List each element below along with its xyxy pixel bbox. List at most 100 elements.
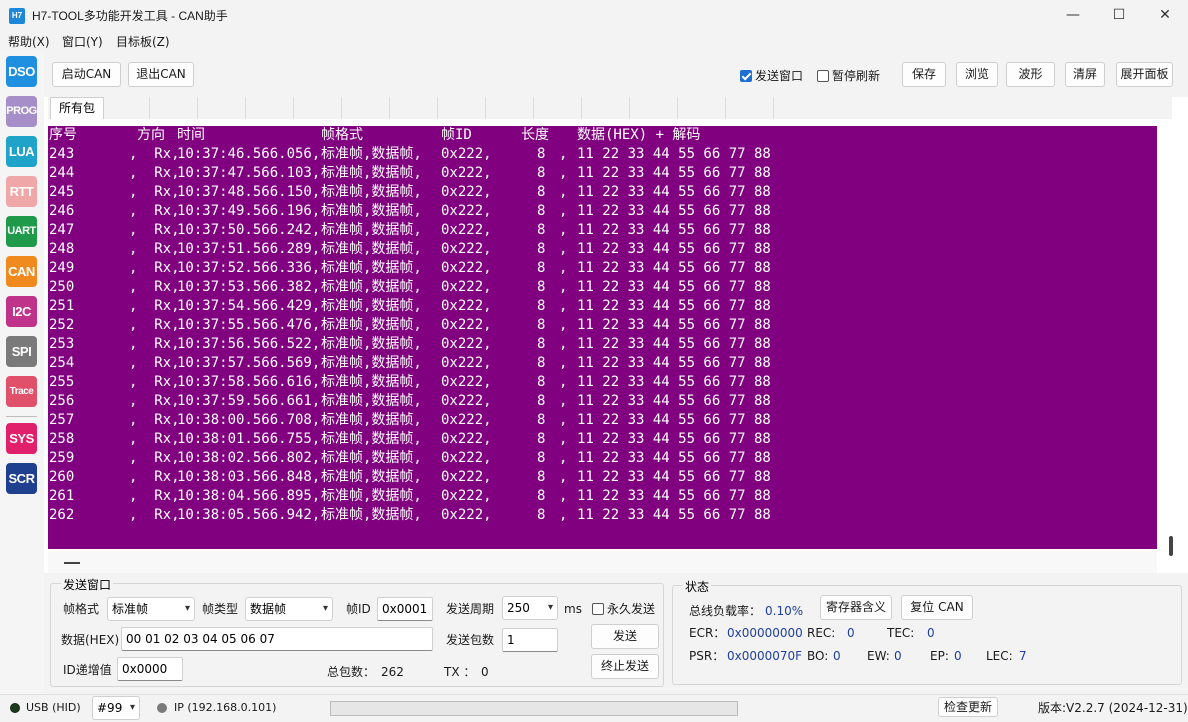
frame-type-label: 帧类型 [202,602,239,616]
register-meaning-button[interactable]: 寄存器含义 [820,595,892,620]
send-period-label: 发送周期 [446,602,495,616]
frame-type-select[interactable]: 数据帧 ▾ [245,597,333,621]
cell-separator: , [559,241,568,257]
sidebar-can-button[interactable]: CAN [6,256,37,287]
send-window-check-icon [740,70,752,82]
cell-length: 8 [537,279,546,295]
console-row: 251 , Rx, 10:37:54.566.429, 标准帧,数据帧, 0x222, 8… [48,297,1157,316]
expand-panel-button[interactable]: 展开面板 [1116,62,1173,87]
id-increment-input[interactable]: 0x0000 [117,657,183,681]
tec-label: TEC: [887,626,915,640]
console-vertical-scrollbar[interactable] [1166,126,1176,556]
console-row: 254 , Rx, 10:37:57.566.569, 标准帧,数据帧, 0x222, 8… [48,354,1157,373]
tab-strip: 所有包 [48,97,1172,119]
header-time: 时间 [177,127,205,143]
cell-time: 10:37:53.566.382, [177,279,321,295]
cell-seq: 253 [49,336,75,352]
cell-data: 11 22 33 44 55 66 77 88 [577,279,771,295]
cell-dir: , Rx, [129,279,180,295]
cell-dir: , Rx, [129,146,180,162]
chevron-down-icon: ▾ [322,603,328,614]
can-message-console[interactable]: 序号 方向 时间 帧格式 帧ID 长度 数据(HEX) + 解码 243 , Rx… [48,126,1157,549]
cell-data: 11 22 33 44 55 66 77 88 [577,336,771,352]
stop-send-button[interactable]: 终止发送 [591,654,659,679]
clear-screen-button[interactable]: 清屏 [1065,62,1105,87]
send-button[interactable]: 发送 [591,624,659,649]
data-hex-input[interactable]: 00 01 02 03 04 05 06 07 [121,627,433,651]
console-row: 258 , Rx, 10:38:01.566.755, 标准帧,数据帧, 0x222, 8… [48,430,1157,449]
start-can-button[interactable]: 启动CAN [52,62,121,87]
cell-format: 标准帧,数据帧, [321,317,422,333]
console-horizontal-scrollbar[interactable] [48,551,1157,573]
console-row: 253 , Rx, 10:37:56.566.522, 标准帧,数据帧, 0x222, 8… [48,335,1157,354]
menu-help[interactable]: 帮助(X) [8,33,50,50]
hscroll-thumb[interactable] [64,562,80,564]
cell-seq: 259 [49,450,75,466]
cell-separator: , [559,393,568,409]
sidebar-trace-button[interactable]: Trace [6,376,37,407]
cell-length: 8 [537,317,546,333]
sidebar-spi-button[interactable]: SPI [6,336,37,367]
sidebar-uart-button[interactable]: UART [6,216,37,247]
exit-can-button[interactable]: 退出CAN [128,62,194,87]
console-row: 243 , Rx, 10:37:46.566.056, 标准帧,数据帧, 0x222, 8… [48,145,1157,164]
cell-data: 11 22 33 44 55 66 77 88 [577,317,771,333]
cell-data: 11 22 33 44 55 66 77 88 [577,374,771,390]
sidebar-prog-button[interactable]: PROG [6,96,37,127]
send-window-checkbox[interactable]: 发送窗口 [740,68,803,84]
cell-data: 11 22 33 44 55 66 77 88 [577,412,771,428]
save-button[interactable]: 保存 [902,62,946,87]
cell-length: 8 [537,165,546,181]
console-row: 261 , Rx, 10:38:04.566.895, 标准帧,数据帧, 0x222, 8… [48,487,1157,506]
sidebar-scr-button[interactable]: SCR [6,463,37,494]
device-select[interactable]: #99 ▾ [92,696,140,720]
cell-id: 0x222, [441,374,492,390]
sidebar-rtt-button[interactable]: RTT [6,176,37,207]
cell-dir: , Rx, [129,412,180,428]
pause-refresh-checkbox[interactable]: 暂停刷新 [817,68,880,84]
cell-id: 0x222, [441,507,492,523]
waveform-button[interactable]: 波形 [1006,62,1055,87]
cell-time: 10:37:56.566.522, [177,336,321,352]
frame-id-input[interactable]: 0x0001 [377,597,433,621]
sidebar-lua-button[interactable]: LUA [6,136,37,167]
cell-dir: , Rx, [129,355,180,371]
send-window-title: 发送窗口 [61,576,114,593]
reset-can-button[interactable]: 复位 CAN [901,595,973,620]
send-period-select[interactable]: 250 ▾ [502,596,558,620]
tec-value: 0 [927,626,935,640]
console-row: 260 , Rx, 10:38:03.566.848, 标准帧,数据帧, 0x222, 8… [48,468,1157,487]
frame-format-select[interactable]: 标准帧 ▾ [107,597,195,621]
cell-seq: 254 [49,355,75,371]
tab-empty [438,97,486,119]
menu-window[interactable]: 窗口(Y) [62,33,103,50]
cell-length: 8 [537,507,546,523]
minimize-button[interactable]: — [1050,0,1096,31]
tab-empty [678,97,726,119]
send-count-input[interactable]: 1 [502,628,558,652]
close-button[interactable]: ✕ [1142,0,1188,31]
sidebar-dso-button[interactable]: DSO [6,56,37,87]
cell-format: 标准帧,数据帧, [321,260,422,276]
console-row: 255 , Rx, 10:37:58.566.616, 标准帧,数据帧, 0x222, 8… [48,373,1157,392]
sidebar-i2c-button[interactable]: I2C [6,296,37,327]
cell-dir: , Rx, [129,298,180,314]
cell-id: 0x222, [441,431,492,447]
console-row: 262 , Rx, 10:38:05.566.942, 标准帧,数据帧, 0x222, 8… [48,506,1157,525]
cell-dir: , Rx, [129,336,180,352]
status-group: 状态 总线负载率： 0.10% 寄存器含义 复位 CAN ECR： 0x0000… [672,578,1182,685]
cell-time: 10:38:01.566.755, [177,431,321,447]
sidebar-sys-button[interactable]: SYS [6,423,37,454]
check-update-button[interactable]: 检查更新 [938,697,998,717]
cell-separator: , [559,488,568,504]
cell-length: 8 [537,450,546,466]
forever-send-checkbox[interactable]: 永久发送 [592,601,655,617]
scroll-thumb[interactable] [1169,536,1173,556]
menu-target-board[interactable]: 目标板(Z) [116,33,170,50]
tab-all-packets[interactable]: 所有包 [50,97,105,119]
usb-status-label: USB (HID) [26,701,81,714]
cell-data: 11 22 33 44 55 66 77 88 [577,450,771,466]
maximize-button[interactable]: ☐ [1096,0,1142,31]
browse-button[interactable]: 浏览 [956,62,998,87]
cell-id: 0x222, [441,317,492,333]
